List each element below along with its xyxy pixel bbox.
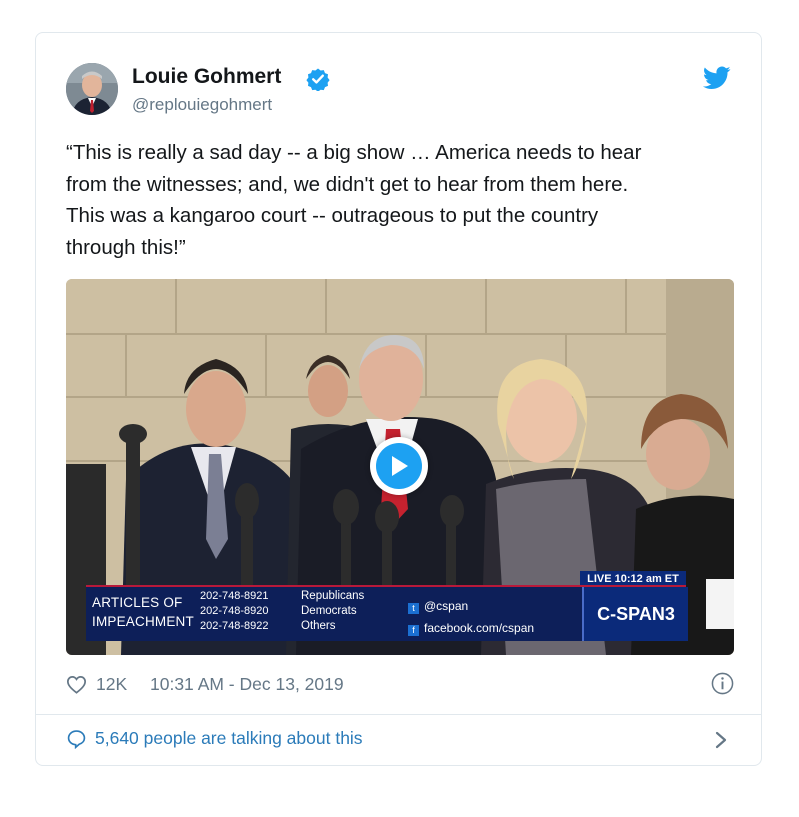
party-label: Democrats [301, 605, 357, 617]
title-line: IMPEACHMENT [92, 614, 194, 629]
talking-label[interactable]: 5,640 people are talking about this [95, 728, 363, 749]
facebook-icon: f [408, 625, 419, 636]
info-icon[interactable] [711, 672, 734, 695]
tweet-line: This was a kangaroo court -- outrageous … [66, 204, 599, 227]
chevron-right-icon[interactable] [715, 731, 727, 749]
party-list: Republicans Democrats Others [301, 589, 364, 634]
tweet-card[interactable]: Louie Gohmert @replouiegohmert “This is … [35, 32, 762, 766]
video-player[interactable]: LIVE 10:12 am ET ARTICLES OF IMPEACHMENT… [66, 279, 734, 655]
party-label: Others [301, 620, 336, 632]
author-handle[interactable]: @replouiegohmert [132, 95, 272, 115]
social-list: t @cspan f facebook.com/cspan [408, 595, 534, 639]
verified-badge-icon [306, 68, 330, 91]
avatar[interactable] [66, 63, 118, 115]
phone-number: 202-748-8921 [200, 590, 269, 602]
title-line: ARTICLES OF [92, 595, 183, 610]
tweet-text: “This is really a sad day -- a big show … [66, 137, 734, 263]
comment-icon [67, 730, 86, 749]
heart-icon[interactable] [66, 675, 87, 694]
lower-third-banner: ARTICLES OF IMPEACHMENT 202-748-8921 202… [86, 585, 688, 641]
twitter-icon: t [408, 603, 419, 614]
timestamp[interactable]: 10:31 AM - Dec 13, 2019 [150, 674, 344, 695]
tweet-line: from the witnesses; and, we didn't get t… [66, 172, 629, 196]
facebook-url: facebook.com/cspan [424, 621, 535, 635]
author-name[interactable]: Louie Gohmert [132, 65, 281, 89]
play-icon [376, 443, 422, 489]
phone-number: 202-748-8920 [200, 605, 269, 617]
phone-list: 202-748-8921 202-748-8920 202-748-8922 [200, 589, 269, 634]
tweet-line: through this!” [66, 235, 186, 259]
twitter-bird-icon[interactable] [703, 66, 731, 90]
channel-logo: C-SPAN3 [582, 587, 688, 641]
twitter-handle: @cspan [424, 599, 469, 613]
phone-number: 202-748-8922 [200, 620, 269, 632]
like-count[interactable]: 12K [96, 674, 127, 695]
play-button[interactable] [370, 437, 428, 495]
lower-third-title: ARTICLES OF IMPEACHMENT [92, 593, 202, 631]
tweet-line: “This is really a sad day -- a big show … [66, 141, 642, 164]
tweet-meta: 12K 10:31 AM - Dec 13, 2019 [66, 672, 734, 698]
party-label: Republicans [301, 590, 365, 602]
divider [36, 714, 761, 715]
